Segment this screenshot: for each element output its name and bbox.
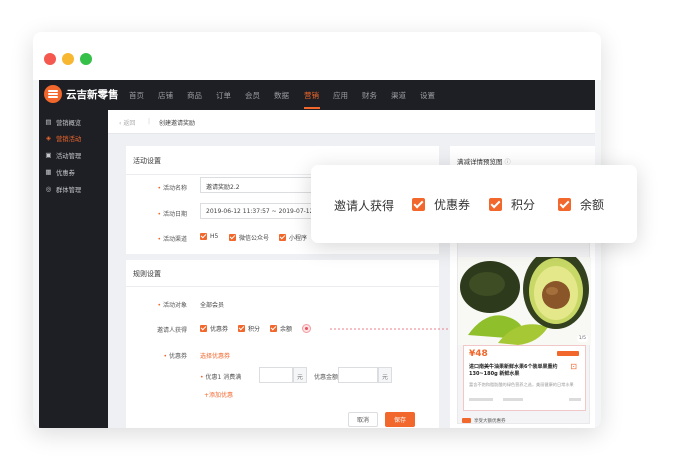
maximize-window-button[interactable] <box>80 53 92 65</box>
coupon1-threshold-input[interactable] <box>259 367 293 383</box>
product-name: 进口南美牛油果新鲜水果6个装单果重约130~180g 新鲜水果 <box>469 364 558 377</box>
nav-item-settings[interactable]: 设置 <box>420 90 435 101</box>
back-link[interactable]: ‹ 返回 <box>119 118 135 127</box>
nav-item-finance[interactable]: 财务 <box>362 90 377 101</box>
checkbox-checked-icon <box>558 198 571 211</box>
nav-item-marketing[interactable]: 营销 <box>304 90 319 101</box>
checkbox-checked-icon <box>270 325 277 332</box>
reward-callout: 邀请人获得 优惠券 积分 余额 <box>311 165 637 243</box>
sidebar: ▤ 营销概览 ◈ 营销活动 ▣ 活动管理 ▦ 优惠券 ◎ 群体管理 <box>39 110 108 428</box>
sidebar-item-label: 营销概览 <box>56 119 82 127</box>
sidebar-item-activity-management[interactable]: ▣ 活动管理 <box>39 147 108 163</box>
checkbox-checked-icon <box>412 198 425 211</box>
sidebar-item-campaigns[interactable]: ◈ 营销活动 <box>39 130 108 146</box>
section-gap <box>126 254 439 260</box>
preview-footer: 享受大额优惠券 <box>458 416 591 425</box>
cancel-button[interactable]: 取消 <box>348 412 378 427</box>
reward-balance-checkbox[interactable]: 余额 <box>270 324 292 333</box>
brand-logo[interactable]: 云吉新零售 <box>44 85 119 103</box>
rule-settings-title: 规则设置 <box>133 270 161 278</box>
gift-icon: ⊡ <box>570 362 577 371</box>
promo-badge <box>557 351 579 356</box>
avocado-image <box>458 257 591 345</box>
group-icon: ◎ <box>45 184 52 193</box>
minimize-window-button[interactable] <box>62 53 74 65</box>
callout-coupon-checkbox[interactable]: 优惠券 <box>412 196 470 213</box>
brand-name: 云吉新零售 <box>66 88 119 101</box>
nav-item-members[interactable]: 会员 <box>245 90 260 101</box>
sidebar-item-label: 群体管理 <box>56 186 82 194</box>
chart-icon: ▤ <box>45 117 52 126</box>
callout-label: 邀请人获得 <box>334 199 395 213</box>
discount-unit: 元 <box>378 367 392 383</box>
discount-amount-label: 优惠金额 <box>314 374 339 381</box>
threshold-unit: 元 <box>293 367 307 383</box>
save-button[interactable]: 保存 <box>385 412 415 427</box>
nav-item-channels[interactable]: 渠道 <box>391 90 406 101</box>
activity-channel-label: • 活动渠道 <box>157 236 187 243</box>
callout-points-checkbox[interactable]: 积分 <box>489 196 535 213</box>
divider <box>126 286 439 287</box>
product-meta <box>469 398 581 402</box>
callout-balance-checkbox[interactable]: 余额 <box>558 196 604 213</box>
highlight-marker-icon <box>302 324 311 333</box>
page-title: 创建邀请奖励 <box>159 120 196 127</box>
window-titlebar <box>33 32 601 80</box>
product-price: ¥48 <box>469 349 488 359</box>
nav-item-apps[interactable]: 应用 <box>333 90 348 101</box>
target-value: 全部会员 <box>200 302 225 309</box>
inviter-reward-label: 邀请人获得 <box>156 327 187 334</box>
preview-footer-text: 享受大额优惠券 <box>474 418 506 424</box>
nav-item-home[interactable]: 首页 <box>129 90 144 101</box>
activity-name-label: • 活动名称 <box>157 185 187 192</box>
activity-date-label: • 活动日期 <box>157 211 187 218</box>
nav-item-orders[interactable]: 订单 <box>216 90 231 101</box>
channel-wechat-checkbox[interactable]: 微信公众号 <box>229 233 269 242</box>
nav-item-data[interactable]: 数据 <box>274 90 289 101</box>
sidebar-item-label: 优惠券 <box>56 169 75 177</box>
channel-h5-checkbox[interactable]: H5 <box>200 233 218 240</box>
channel-miniprogram-checkbox[interactable]: 小程序 <box>279 233 307 242</box>
coupon1-threshold-label: • 优惠1 消费满 <box>200 374 242 381</box>
back-label: 返回 <box>123 120 136 127</box>
checkbox-checked-icon <box>238 325 245 332</box>
coupon-label: • 优惠券 <box>163 353 187 360</box>
sidebar-item-label: 营销活动 <box>56 135 82 143</box>
product-description: 富含不饱和脂肪酸的绿色营养之选，美丽健康的日常水果 <box>469 382 574 387</box>
checkbox-checked-icon <box>229 234 236 241</box>
checkbox-checked-icon <box>200 233 207 240</box>
nav-item-products[interactable]: 商品 <box>187 90 202 101</box>
checkbox-checked-icon <box>200 325 207 332</box>
coupon-tag-icon <box>462 418 471 423</box>
image-counter: 1/5 <box>576 335 588 342</box>
logo-icon <box>44 85 62 103</box>
close-window-button[interactable] <box>44 53 56 65</box>
target-label: • 活动对象 <box>157 302 187 309</box>
main-content: ‹ 返回 | 创建邀请奖励 活动设置 • 活动名称 邀请奖励2.2 • 活动日期 2… <box>108 110 595 428</box>
discount-amount-input[interactable] <box>338 367 378 383</box>
list-icon: ▣ <box>45 150 52 159</box>
sidebar-item-coupons[interactable]: ▦ 优惠券 <box>39 164 108 180</box>
breadcrumb: ‹ 返回 | 创建邀请奖励 <box>108 110 595 134</box>
reward-points-checkbox[interactable]: 积分 <box>238 324 260 333</box>
breadcrumb-separator: | <box>148 118 151 125</box>
activity-settings-title: 活动设置 <box>133 157 161 165</box>
product-card: ¥48 进口南美牛油果新鲜水果6个装单果重约130~180g 新鲜水果 ⊡ 富含… <box>463 345 586 411</box>
add-discount-link[interactable]: +添加优惠 <box>204 390 233 399</box>
sidebar-item-overview[interactable]: ▤ 营销概览 <box>39 114 108 130</box>
checkbox-checked-icon <box>279 234 286 241</box>
select-coupon-link[interactable]: 选择优惠券 <box>200 351 230 360</box>
coupon-icon: ▦ <box>45 167 52 176</box>
active-nav-indicator <box>304 107 320 109</box>
top-navigation: 云吉新零售 首页 店铺 商品 订单 会员 数据 营销 应用 财务 渠道 设置 <box>39 80 595 110</box>
sidebar-item-groups[interactable]: ◎ 群体管理 <box>39 181 108 197</box>
tag-icon: ◈ <box>46 133 51 142</box>
nav-item-store[interactable]: 店铺 <box>158 90 173 101</box>
product-image: 1/5 <box>458 257 591 345</box>
checkbox-checked-icon <box>489 198 502 211</box>
sidebar-item-label: 活动管理 <box>56 152 82 160</box>
reward-coupon-checkbox[interactable]: 优惠券 <box>200 324 228 333</box>
